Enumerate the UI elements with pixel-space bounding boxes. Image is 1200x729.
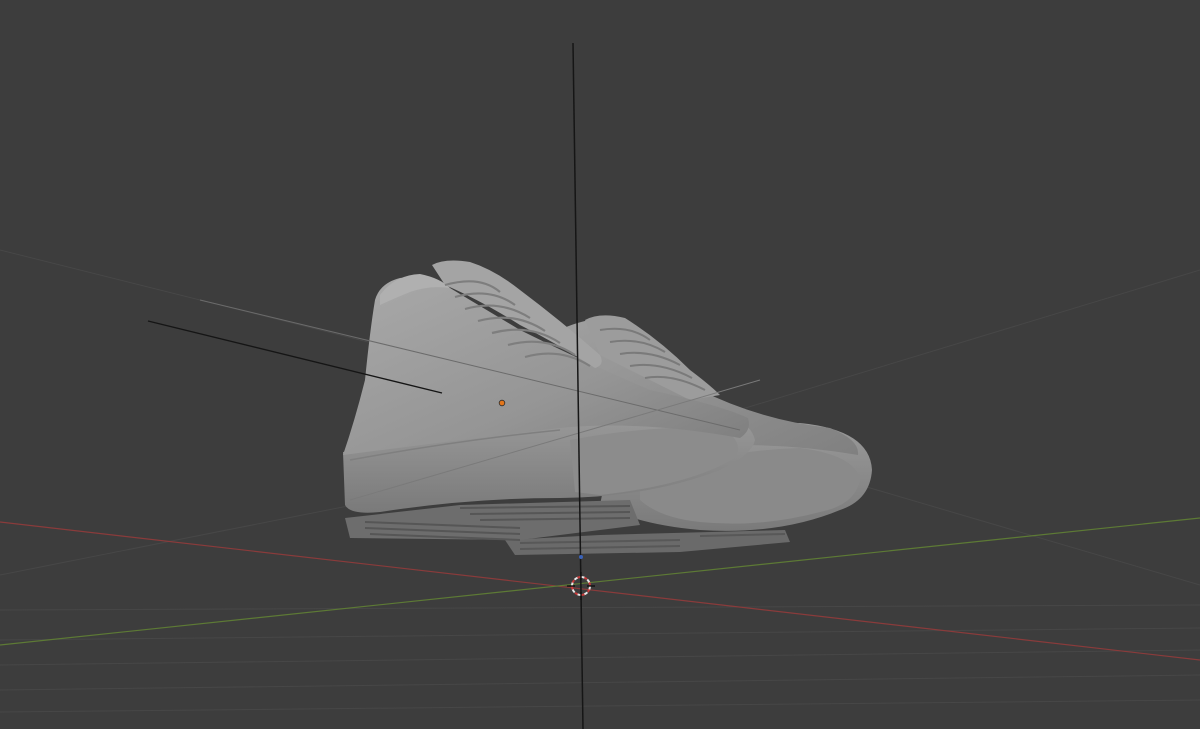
grid-line [0,674,1200,691]
grid-line [0,627,1200,641]
grid-line [0,649,1200,666]
3d-viewport[interactable] [0,0,1200,729]
viewport-canvas[interactable] [0,0,1200,729]
object-origin-icon[interactable] [498,399,506,407]
front-upper [343,277,749,455]
grid-line [0,699,1200,713]
axis-marker-icon [579,555,583,559]
grid-line [0,604,1200,611]
grid-line [859,484,1200,586]
